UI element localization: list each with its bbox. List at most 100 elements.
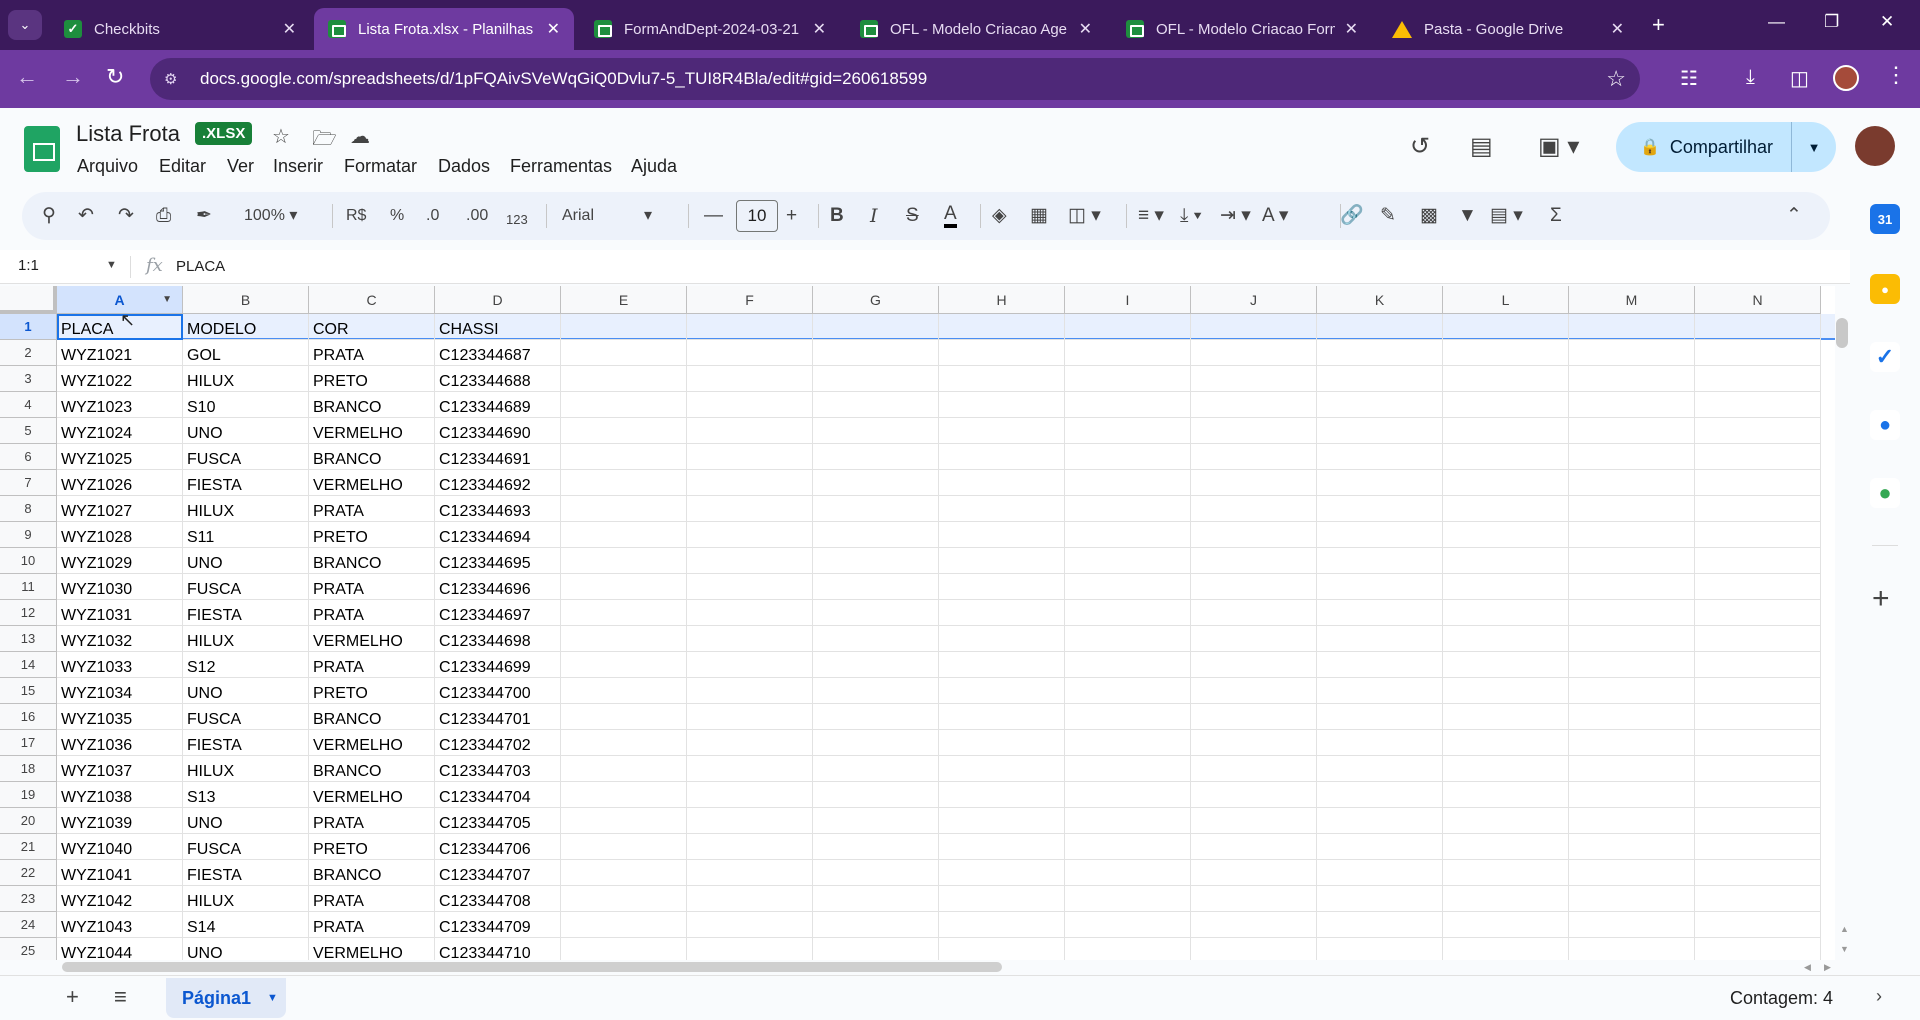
browser-profile-avatar[interactable]	[1833, 65, 1859, 91]
star-icon[interactable]: ☆	[272, 124, 290, 149]
cell-g16[interactable]	[813, 704, 939, 730]
cell-g14[interactable]	[813, 652, 939, 678]
cell-d10[interactable]: C123344695	[435, 548, 561, 574]
cell-c10[interactable]: BRANCO	[309, 548, 435, 574]
cell-b13[interactable]: HILUX	[183, 626, 309, 652]
sheets-logo-icon[interactable]	[24, 126, 60, 172]
cell-f5[interactable]	[687, 418, 813, 444]
cell-a15[interactable]: WYZ1034	[57, 678, 183, 704]
cell-n24[interactable]	[1695, 912, 1821, 938]
row-header[interactable]: 4	[0, 392, 57, 418]
cell-m15[interactable]	[1569, 678, 1695, 704]
cell-d21[interactable]: C123344706	[435, 834, 561, 860]
cell-h22[interactable]	[939, 860, 1065, 886]
cell-i20[interactable]	[1065, 808, 1191, 834]
cell-a19[interactable]: WYZ1038	[57, 782, 183, 808]
cell-n9[interactable]	[1695, 522, 1821, 548]
browser-tab-ofl-form[interactable]: OFL - Modelo Criacao Form ✕	[1112, 8, 1372, 50]
account-avatar[interactable]	[1855, 126, 1895, 166]
cell-g20[interactable]	[813, 808, 939, 834]
cell-g12[interactable]	[813, 600, 939, 626]
cell-m5[interactable]	[1569, 418, 1695, 444]
cell-j10[interactable]	[1191, 548, 1317, 574]
column-header-g[interactable]: G	[813, 286, 939, 314]
cell-l18[interactable]	[1443, 756, 1569, 782]
cell-h3[interactable]	[939, 366, 1065, 392]
cell-k11[interactable]	[1317, 574, 1443, 600]
cell-h10[interactable]	[939, 548, 1065, 574]
row-header[interactable]: 8	[0, 496, 57, 522]
cell-n11[interactable]	[1695, 574, 1821, 600]
cell-a11[interactable]: WYZ1030	[57, 574, 183, 600]
row-header[interactable]: 23	[0, 886, 57, 912]
cell-b10[interactable]: UNO	[183, 548, 309, 574]
filter-views-icon[interactable]: ▤ ▾	[1490, 204, 1523, 228]
insert-link-icon[interactable]: 🔗	[1340, 204, 1364, 228]
cell-a5[interactable]: WYZ1024	[57, 418, 183, 444]
cell-h19[interactable]	[939, 782, 1065, 808]
cell-g1[interactable]	[813, 314, 939, 340]
cell-j6[interactable]	[1191, 444, 1317, 470]
cell-f17[interactable]	[687, 730, 813, 756]
cell-n16[interactable]	[1695, 704, 1821, 730]
cell-l4[interactable]	[1443, 392, 1569, 418]
cell-i8[interactable]	[1065, 496, 1191, 522]
cell-k8[interactable]	[1317, 496, 1443, 522]
row-header[interactable]: 24	[0, 912, 57, 938]
cell-i7[interactable]	[1065, 470, 1191, 496]
cell-a18[interactable]: WYZ1037	[57, 756, 183, 782]
cell-m18[interactable]	[1569, 756, 1695, 782]
cell-c6[interactable]: BRANCO	[309, 444, 435, 470]
minimize-icon[interactable]: —	[1768, 12, 1785, 32]
cell-b3[interactable]: HILUX	[183, 366, 309, 392]
cloud-status-icon[interactable]: ☁	[350, 124, 370, 149]
cell-i3[interactable]	[1065, 366, 1191, 392]
row-header[interactable]: 15	[0, 678, 57, 704]
cell-j5[interactable]	[1191, 418, 1317, 444]
window-close-icon[interactable]: ✕	[1880, 12, 1894, 32]
cell-e15[interactable]	[561, 678, 687, 704]
downloads-icon[interactable]: ⤓	[1746, 66, 1755, 89]
insert-chart-icon[interactable]: ▩	[1420, 204, 1438, 228]
move-folder-icon[interactable]: 🗁	[312, 124, 337, 158]
cell-c8[interactable]: PRATA	[309, 496, 435, 522]
row-header[interactable]: 22	[0, 860, 57, 886]
cell-l7[interactable]	[1443, 470, 1569, 496]
cell-k24[interactable]	[1317, 912, 1443, 938]
text-color-icon[interactable]: A	[944, 204, 957, 228]
cell-d6[interactable]: C123344691	[435, 444, 561, 470]
column-header-k[interactable]: K	[1317, 286, 1443, 314]
cell-h8[interactable]	[939, 496, 1065, 522]
cell-c14[interactable]: PRATA	[309, 652, 435, 678]
cell-j3[interactable]	[1191, 366, 1317, 392]
cell-k9[interactable]	[1317, 522, 1443, 548]
site-info-icon[interactable]: ⚙	[164, 70, 186, 88]
redo-icon[interactable]: ↷	[118, 204, 134, 228]
cell-f8[interactable]	[687, 496, 813, 522]
cell-m25[interactable]	[1569, 938, 1695, 960]
cell-h7[interactable]	[939, 470, 1065, 496]
cell-b23[interactable]: HILUX	[183, 886, 309, 912]
cell-g17[interactable]	[813, 730, 939, 756]
cell-i17[interactable]	[1065, 730, 1191, 756]
cell-j7[interactable]	[1191, 470, 1317, 496]
cell-j19[interactable]	[1191, 782, 1317, 808]
row-header[interactable]: 12	[0, 600, 57, 626]
cell-f12[interactable]	[687, 600, 813, 626]
cell-k19[interactable]	[1317, 782, 1443, 808]
cell-f10[interactable]	[687, 548, 813, 574]
share-button[interactable]: 🔒 Compartilhar ▼	[1616, 122, 1836, 172]
cell-f9[interactable]	[687, 522, 813, 548]
cell-e18[interactable]	[561, 756, 687, 782]
cell-h12[interactable]	[939, 600, 1065, 626]
cell-c11[interactable]: PRATA	[309, 574, 435, 600]
cell-j23[interactable]	[1191, 886, 1317, 912]
column-header-l[interactable]: L	[1443, 286, 1569, 314]
cell-h13[interactable]	[939, 626, 1065, 652]
cell-l19[interactable]	[1443, 782, 1569, 808]
cell-c20[interactable]: PRATA	[309, 808, 435, 834]
cell-i11[interactable]	[1065, 574, 1191, 600]
cell-h25[interactable]	[939, 938, 1065, 960]
cell-f6[interactable]	[687, 444, 813, 470]
cell-i19[interactable]	[1065, 782, 1191, 808]
